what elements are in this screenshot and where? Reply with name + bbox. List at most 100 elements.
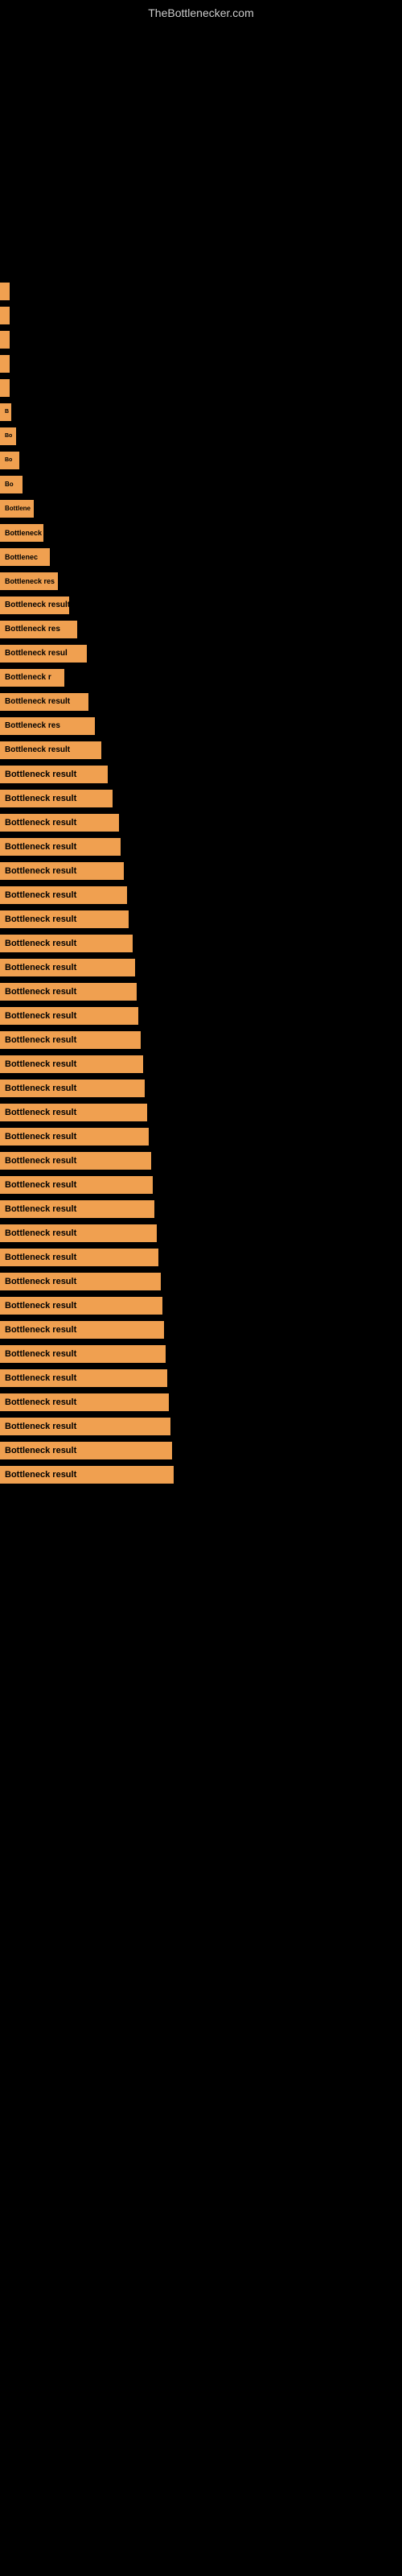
bottleneck-result-label: Bottleneck result [0, 1442, 172, 1459]
bottleneck-result-label: Bottleneck result [0, 693, 88, 711]
list-item: Bottleneck result [0, 1391, 402, 1414]
list-item: Bottleneck result [0, 836, 402, 858]
bottleneck-result-label: Bottleneck result [0, 1369, 167, 1387]
bottleneck-result-label [0, 379, 10, 397]
list-item: Bottleneck result [0, 739, 402, 762]
list-item: Bottleneck r [0, 522, 402, 544]
list-item: B [0, 401, 402, 423]
list-item: Bottleneck result [0, 1294, 402, 1317]
bottleneck-result-label: Bottleneck result [0, 741, 101, 759]
list-item: Bottleneck res [0, 570, 402, 592]
bottleneck-result-label: Bottleneck result [0, 790, 113, 807]
bottleneck-result-label: Bottleneck result [0, 1321, 164, 1339]
list-item: Bottleneck result [0, 594, 402, 617]
list-item: Bottleneck result [0, 1343, 402, 1365]
list-item: Bottleneck result [0, 1367, 402, 1389]
list-item: Bottleneck result [0, 1439, 402, 1462]
list-item: Bo [0, 449, 402, 472]
bottleneck-result-label: Bottleneck result [0, 838, 121, 856]
bottleneck-result-label: Bottleneck result [0, 597, 69, 614]
list-item: Bottleneck result [0, 1198, 402, 1220]
list-item: Bottleneck res [0, 618, 402, 641]
bottleneck-result-label: Bottleneck result [0, 1393, 169, 1411]
list-item: Bottleneck result [0, 1222, 402, 1245]
list-item: Bottleneck result [0, 1319, 402, 1341]
list-item: Bottleneck resul [0, 642, 402, 665]
bottleneck-result-label: Bottleneck res [0, 717, 95, 735]
list-item [0, 377, 402, 399]
bottleneck-result-label: B [0, 403, 11, 421]
bottleneck-result-label: Bottleneck result [0, 1418, 170, 1435]
list-item: Bottleneck res [0, 715, 402, 737]
list-item: Bottleneck result [0, 1029, 402, 1051]
site-title: TheBottlenecker.com [0, 0, 402, 23]
bottleneck-result-label: Bottleneck r [0, 669, 64, 687]
list-item: Bottleneck result [0, 980, 402, 1003]
list-item: Bo [0, 473, 402, 496]
bottleneck-result-label: Bottleneck result [0, 886, 127, 904]
list-item: Bottleneck result [0, 1270, 402, 1293]
bottleneck-result-label [0, 307, 10, 324]
bottleneck-result-label: Bottleneck result [0, 1273, 161, 1290]
list-item: Bottleneck result [0, 860, 402, 882]
bottleneck-result-label: Bottleneck result [0, 1128, 149, 1146]
bottleneck-result-label: Bottleneck result [0, 1080, 145, 1097]
bottleneck-result-label: Bottleneck result [0, 983, 137, 1001]
bottleneck-result-label: Bottleneck result [0, 862, 124, 880]
bottleneck-result-label: Bottleneck result [0, 1055, 143, 1073]
list-item: Bottleneck r [0, 667, 402, 689]
bottleneck-result-label: Bottleneck result [0, 910, 129, 928]
bottleneck-result-label: Bottleneck res [0, 572, 58, 590]
list-item: Bottleneck result [0, 1174, 402, 1196]
bottleneck-result-label: Bottleneck result [0, 959, 135, 976]
list-item: Bottlenec [0, 546, 402, 568]
list-item: Bottleneck result [0, 1005, 402, 1027]
list-item: Bottleneck result [0, 1077, 402, 1100]
bottleneck-result-label: Bottleneck result [0, 1345, 166, 1363]
list-item [0, 328, 402, 351]
list-item: Bo [0, 425, 402, 448]
bottleneck-result-label: Bottleneck result [0, 1224, 157, 1242]
list-item: Bottleneck result [0, 908, 402, 931]
bottleneck-result-label: Bottleneck result [0, 1031, 141, 1049]
list-item: Bottleneck result [0, 1053, 402, 1075]
bottleneck-result-label: Bo [0, 476, 23, 493]
bottleneck-items-container: B Bo Bo Bo Bottlene Bottleneck r Bottlenec Bott… [0, 280, 402, 1486]
list-item: Bottleneck result [0, 763, 402, 786]
bottleneck-result-label: Bottleneck result [0, 814, 119, 832]
list-item: Bottleneck result [0, 691, 402, 713]
list-item: Bottleneck result [0, 1415, 402, 1438]
bottleneck-result-label [0, 283, 10, 300]
list-item: Bottleneck result [0, 811, 402, 834]
bottleneck-result-label: Bo [0, 452, 19, 469]
bottleneck-result-label [0, 355, 10, 373]
bottleneck-result-label: Bottleneck res [0, 621, 77, 638]
list-item: Bottlene [0, 497, 402, 520]
bottleneck-result-label: Bottleneck r [0, 524, 43, 542]
bottleneck-result-label: Bottleneck result [0, 1007, 138, 1025]
list-item: Bottleneck result [0, 1150, 402, 1172]
bottleneck-result-label: Bottleneck result [0, 1249, 158, 1266]
bottleneck-result-label [0, 331, 10, 349]
list-item [0, 353, 402, 375]
bottleneck-result-label: Bottleneck result [0, 1104, 147, 1121]
list-item: Bottleneck result [0, 932, 402, 955]
bottleneck-result-label: Bottleneck result [0, 1297, 162, 1315]
bottleneck-result-label: Bottleneck result [0, 935, 133, 952]
list-item: Bottleneck result [0, 1463, 402, 1486]
bottleneck-result-label: Bottleneck result [0, 1176, 153, 1194]
list-item [0, 280, 402, 303]
bottleneck-result-label: Bottlene [0, 500, 34, 518]
list-item: Bottleneck result [0, 1125, 402, 1148]
chart-area [0, 23, 402, 280]
bottleneck-result-label: Bottleneck result [0, 1152, 151, 1170]
list-item: Bottleneck result [0, 1101, 402, 1124]
bottleneck-result-label: Bo [0, 427, 16, 445]
list-item: Bottleneck result [0, 956, 402, 979]
bottleneck-result-label: Bottleneck result [0, 1200, 154, 1218]
bottleneck-result-label: Bottleneck resul [0, 645, 87, 663]
bottleneck-result-label: Bottlenec [0, 548, 50, 566]
list-item [0, 304, 402, 327]
bottleneck-result-label: Bottleneck result [0, 1466, 174, 1484]
bottleneck-result-label: Bottleneck result [0, 766, 108, 783]
